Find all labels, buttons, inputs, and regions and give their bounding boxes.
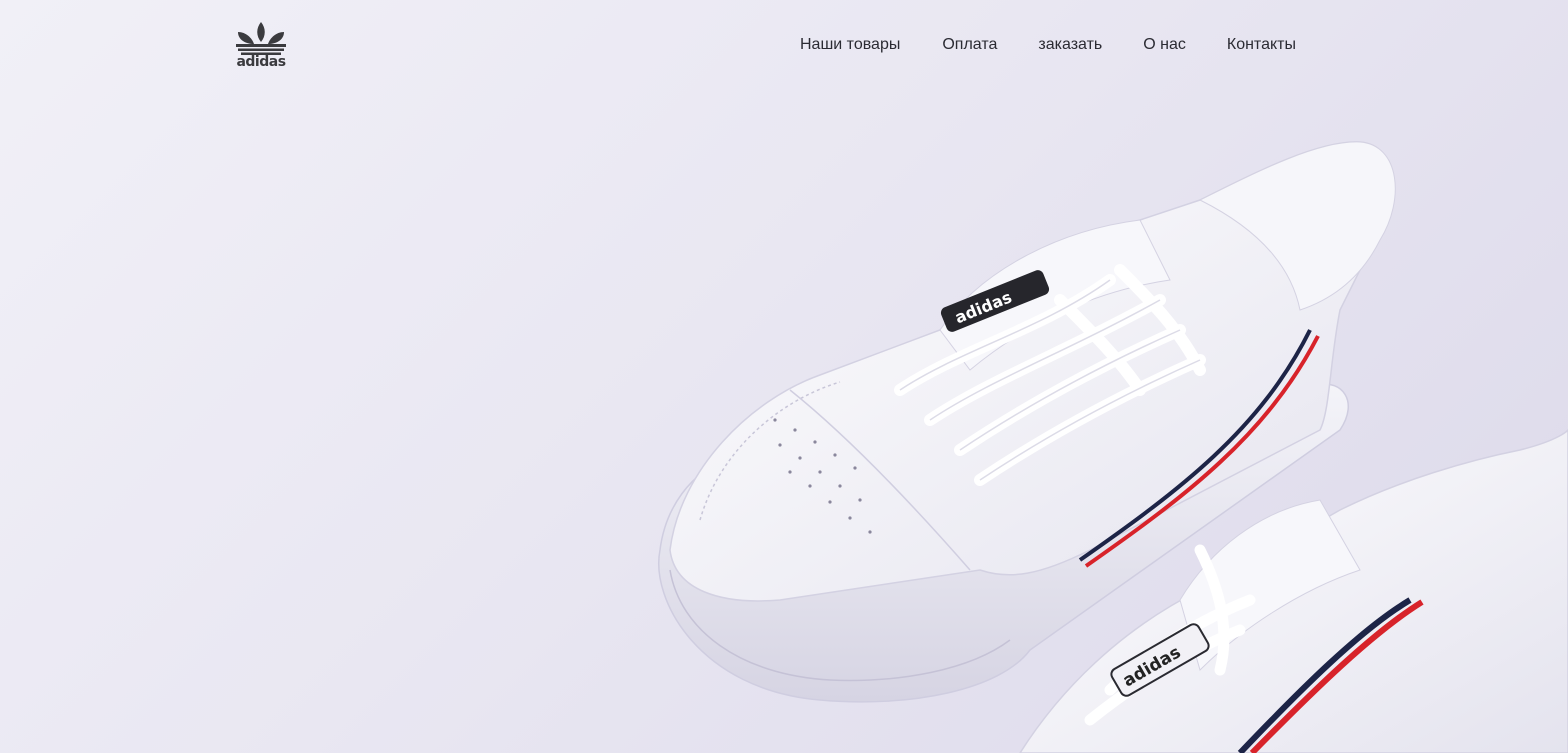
brand-logo[interactable]: adidas [232, 20, 290, 74]
nav-item-products[interactable]: Наши товары [800, 34, 900, 56]
site-header: adidas Наши товары Оплата заказать О нас… [0, 0, 1568, 90]
brand-wordmark: adidas [236, 54, 286, 70]
nav-item-about[interactable]: О нас [1143, 34, 1186, 56]
main-nav: Наши товары Оплата заказать О нас Контак… [800, 34, 1296, 56]
hero-section: adidas adidas adidas Наши товары Оплата … [0, 0, 1568, 753]
adidas-trefoil-icon [236, 22, 286, 55]
white-sneakers-hero-image: adidas adidas [658, 141, 1568, 753]
nav-item-contacts[interactable]: Контакты [1227, 34, 1296, 56]
nav-item-payment[interactable]: Оплата [942, 34, 997, 56]
nav-item-order[interactable]: заказать [1038, 34, 1102, 56]
